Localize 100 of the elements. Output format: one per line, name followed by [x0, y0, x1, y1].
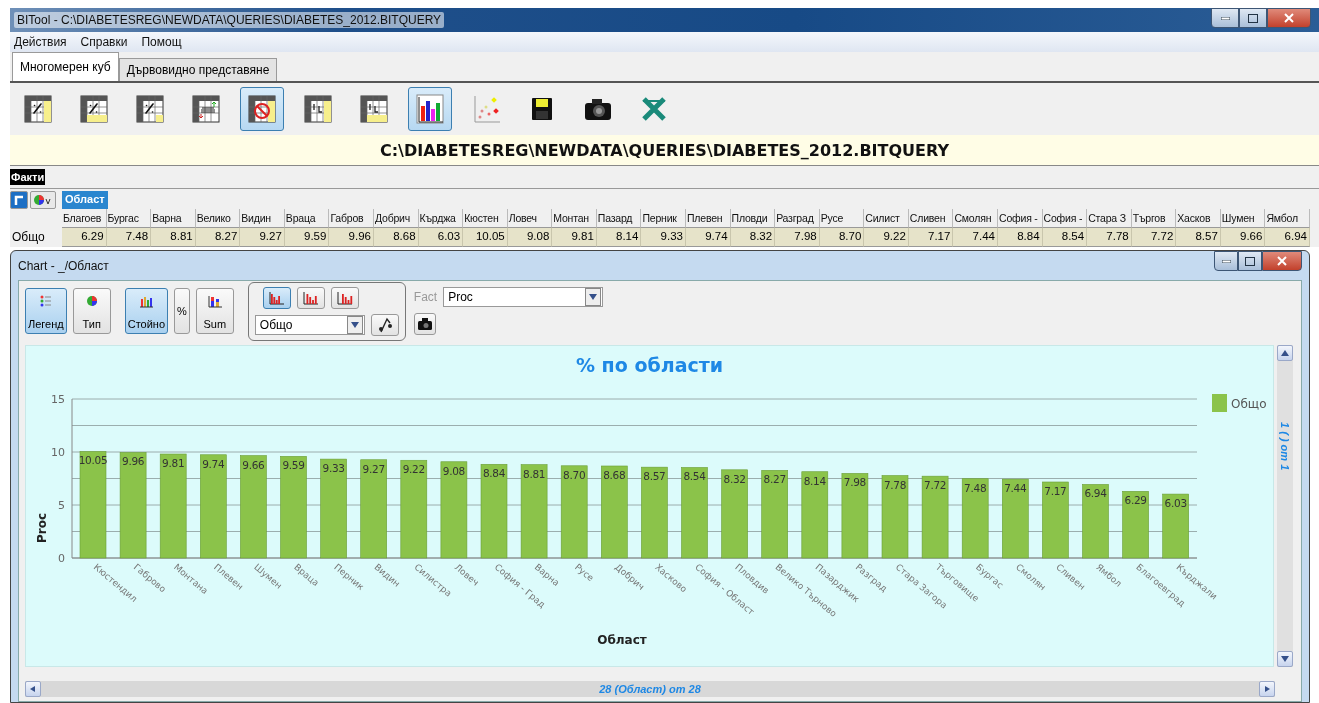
scale-button[interactable] — [370, 313, 399, 336]
page-indicator: 28 (Област) от 28 — [599, 683, 701, 695]
pie-icon — [33, 194, 53, 206]
table-cell: 7.98 — [775, 227, 820, 247]
caret-icon — [589, 294, 598, 300]
scroll-up-button[interactable] — [1277, 345, 1293, 361]
fact-label: Fact — [413, 290, 438, 304]
value-label: 8.54 — [683, 470, 706, 483]
table-cell: 8.32 — [730, 227, 776, 247]
close-icon — [1284, 13, 1294, 23]
tab[interactable]: Дървовидно представяне — [118, 58, 278, 81]
value-label: 9.59 — [282, 459, 305, 472]
toolbar-button[interactable] — [240, 87, 284, 131]
window-title: BITool - C:\DIABETESREG\NEWDATA\QUERIES\DIABETES_2012.BITQUERY — [14, 12, 445, 28]
tick-label: 15 — [51, 393, 65, 406]
value-label: 9.81 — [162, 457, 185, 469]
table-cell: 6.03 — [418, 227, 464, 247]
scroll-left-button[interactable] — [25, 681, 41, 697]
value-label: 9.74 — [202, 457, 225, 470]
value-label: 9.08 — [442, 464, 465, 477]
table-cell: 7.17 — [908, 227, 954, 247]
chart-style-button[interactable] — [330, 286, 359, 309]
maximize-button[interactable] — [1239, 8, 1267, 28]
restore-icon — [1248, 13, 1258, 23]
bar-chart-icon — [414, 93, 446, 125]
table-cell: 9.81 — [552, 227, 597, 247]
fact-dropdown[interactable]: Proc — [443, 287, 604, 307]
bar-chart-icon — [302, 290, 319, 305]
tab[interactable]: Многомерен куб — [12, 52, 119, 81]
table-cell: 9.22 — [864, 227, 909, 247]
value-label: 7.44 — [1004, 482, 1027, 495]
tick-label: 0 — [58, 552, 65, 565]
right-arrow-icon — [1263, 686, 1271, 692]
table-cell: 9.96 — [329, 227, 374, 247]
table-cell: 7.44 — [953, 227, 998, 247]
down-arrow-icon — [1281, 656, 1289, 662]
table-icon — [358, 93, 390, 125]
chart-style-button[interactable] — [296, 286, 325, 309]
chart-option-button[interactable]: Sum — [195, 288, 234, 334]
chart-title: % по области — [575, 354, 724, 376]
bar-chart-icon — [336, 290, 353, 305]
minimize-icon — [1220, 16, 1230, 20]
chart-option-button[interactable]: Легенд — [25, 288, 67, 334]
pivot-button[interactable] — [10, 191, 28, 209]
table-icon — [78, 93, 110, 125]
chart-option-button[interactable]: Тип — [72, 288, 111, 334]
table-cell: 8.68 — [374, 227, 419, 247]
value-label: 7.48 — [964, 481, 987, 494]
scroll-down-button[interactable] — [1277, 651, 1293, 667]
table-cell: 8.84 — [998, 227, 1043, 247]
table-cell: 9.59 — [284, 227, 330, 247]
page-indicator: 1 ( ) от 1 — [1279, 421, 1291, 471]
table-icon — [246, 93, 278, 125]
legend-label: Общо — [1231, 397, 1267, 411]
value-label: 7.78 — [883, 478, 907, 491]
close-icon — [1277, 256, 1287, 266]
close-button[interactable] — [1267, 8, 1311, 28]
table-icon — [302, 93, 334, 125]
menu-item[interactable]: Помощ — [141, 35, 182, 49]
value-label: 6.94 — [1084, 487, 1107, 500]
menu-item[interactable]: Справки — [80, 35, 128, 49]
table-cell: 8.81 — [151, 227, 196, 247]
axis-title: Proc — [35, 512, 49, 544]
value-label: 9.27 — [362, 462, 385, 475]
value-label: 8.81 — [523, 467, 546, 480]
snapshot-button[interactable] — [413, 313, 436, 335]
file-path-banner: C:\DIABETESREG\NEWDATA\QUERIES\DIABETES_2012.BITQUERY — [10, 135, 1319, 166]
window-title: Chart - _/Област — [18, 258, 109, 273]
table-cell: 9.33 — [641, 227, 686, 247]
toolbar-button[interactable] — [408, 87, 452, 131]
table-cell: 10.05 — [463, 227, 508, 247]
series-dropdown[interactable]: Общо — [254, 314, 365, 335]
value-label: 9.66 — [242, 458, 265, 471]
minimize-button[interactable] — [1214, 251, 1238, 271]
camera-icon — [417, 318, 432, 330]
menu-item[interactable]: Действия — [14, 35, 67, 49]
value-label: 8.14 — [803, 474, 826, 487]
value-label: 9.22 — [402, 463, 425, 476]
table-cell: 8.54 — [1042, 227, 1088, 247]
table-icon — [134, 93, 166, 125]
table-cell: 9.74 — [686, 227, 731, 247]
close-button[interactable] — [1262, 251, 1302, 271]
bar — [1122, 491, 1149, 559]
minimize-icon — [1221, 259, 1231, 263]
chart-option-button[interactable]: Стойно — [124, 288, 169, 334]
maximize-button[interactable] — [1238, 251, 1262, 271]
values-icon — [138, 294, 155, 309]
chart-option-button[interactable]: % — [174, 288, 190, 334]
caret-icon — [350, 321, 359, 328]
table-cell: 9.08 — [507, 227, 553, 247]
chart-style-button[interactable] — [262, 286, 291, 309]
chart-type-button[interactable] — [30, 191, 56, 209]
table-cell: 7.78 — [1087, 227, 1132, 247]
minimize-button[interactable] — [1211, 8, 1239, 28]
table-cell: 7.48 — [106, 227, 152, 247]
up-arrow-icon — [1281, 350, 1289, 356]
scroll-right-button[interactable] — [1259, 681, 1275, 697]
table-cell: 8.27 — [195, 227, 241, 247]
value-label: 8.27 — [763, 473, 786, 486]
value-label: 7.17 — [1044, 485, 1067, 497]
